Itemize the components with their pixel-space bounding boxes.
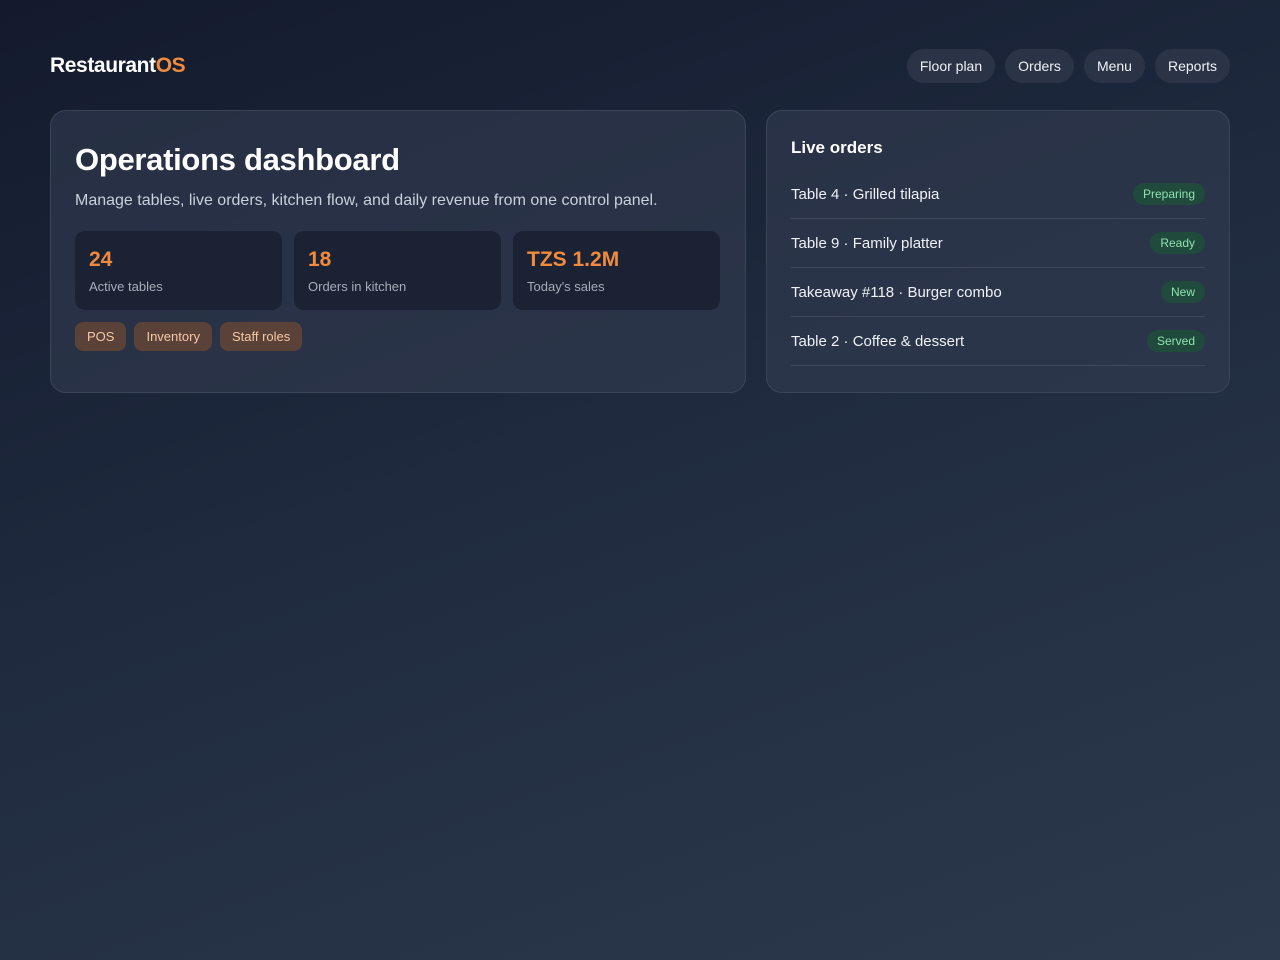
order-name: Table 4 · Grilled tilapia <box>791 185 940 203</box>
nav-reports[interactable]: Reports <box>1154 49 1230 83</box>
nav-menu[interactable]: Menu <box>1083 49 1145 83</box>
stat-label: Active tables <box>89 279 163 294</box>
live-orders-card: Live orders Table 4 · Grilled tilapia Pr… <box>766 110 1230 393</box>
dashboard-card: Operations dashboard Manage tables, live… <box>50 110 746 393</box>
stat-label: Orders in kitchen <box>308 279 407 294</box>
stat-orders-in-kitchen: 18 Orders in kitchen <box>294 231 501 310</box>
page-title: Operations dashboard <box>75 142 400 177</box>
order-list: Table 4 · Grilled tilapia Preparing Tabl… <box>791 170 1205 366</box>
stat-value: TZS 1.2M <box>527 248 620 271</box>
stat-label: Today's sales <box>527 279 605 294</box>
status-badge: Served <box>1146 330 1205 352</box>
tag-pos[interactable]: POS <box>75 322 127 351</box>
stat-todays-sales: TZS 1.2M Today's sales <box>513 231 720 310</box>
main-nav: Floor plan Orders Menu Reports <box>906 49 1230 83</box>
status-badge: Ready <box>1150 232 1205 254</box>
status-badge: Preparing <box>1132 183 1205 205</box>
tag-staff-roles[interactable]: Staff roles <box>219 322 303 351</box>
nav-floor-plan[interactable]: Floor plan <box>906 49 996 83</box>
order-name: Table 9 · Family platter <box>791 234 943 252</box>
brand-name: Restaurant <box>50 54 156 77</box>
order-row[interactable]: Takeaway #118 · Burger combo New <box>791 268 1205 317</box>
page-subtitle: Manage tables, live orders, kitchen flow… <box>75 192 658 209</box>
top-bar: RestaurantOS Floor plan Orders Menu Repo… <box>50 48 1230 84</box>
stat-value: 18 <box>308 248 332 271</box>
order-name: Table 2 · Coffee & dessert <box>791 332 965 350</box>
order-name: Takeaway #118 · Burger combo <box>791 283 1002 301</box>
feature-tags: POS Inventory Staff roles <box>75 322 721 351</box>
nav-orders[interactable]: Orders <box>1005 49 1074 83</box>
stat-value: 24 <box>89 248 113 271</box>
live-orders-title: Live orders <box>791 138 883 157</box>
stats-row: 24 Active tables 18 Orders in kitchen TZ… <box>75 231 721 310</box>
brand-accent: OS <box>155 54 186 77</box>
order-row[interactable]: Table 9 · Family platter Ready <box>791 219 1205 268</box>
stat-active-tables: 24 Active tables <box>75 231 282 310</box>
brand-logo[interactable]: RestaurantOS <box>50 54 186 78</box>
order-row[interactable]: Table 4 · Grilled tilapia Preparing <box>791 170 1205 219</box>
status-badge: New <box>1160 281 1205 303</box>
tag-inventory[interactable]: Inventory <box>134 322 212 351</box>
order-row[interactable]: Table 2 · Coffee & dessert Served <box>791 317 1205 366</box>
